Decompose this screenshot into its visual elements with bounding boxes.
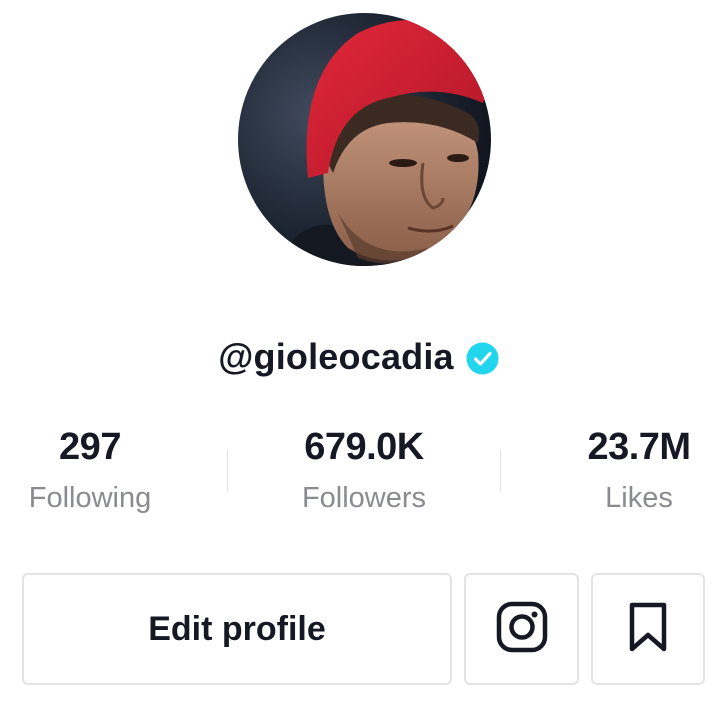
stat-likes: 23.7M Likes xyxy=(529,422,717,524)
avatar[interactable] xyxy=(238,13,491,266)
edit-profile-label: Edit profile xyxy=(148,609,326,648)
profile-header: @gioleocadia 297 Following 679.0K Follow… xyxy=(0,0,717,714)
stat-divider xyxy=(227,450,228,492)
stat-followers[interactable]: 679.0K Followers xyxy=(254,422,474,524)
instagram-icon xyxy=(496,601,548,658)
bookmark-icon xyxy=(628,601,668,658)
stats-row: 297 Following 679.0K Followers 23.7M Lik… xyxy=(0,422,717,532)
handle-row: @gioleocadia xyxy=(0,330,717,384)
edit-profile-button[interactable]: Edit profile xyxy=(22,573,452,685)
verified-badge-icon xyxy=(466,342,499,375)
following-label: Following xyxy=(28,482,152,514)
stat-divider xyxy=(500,450,501,492)
likes-count: 23.7M xyxy=(587,426,691,468)
followers-label: Followers xyxy=(301,482,427,514)
likes-label: Likes xyxy=(605,482,673,514)
username: @gioleocadia xyxy=(218,336,454,377)
stat-following[interactable]: 297 Following xyxy=(0,422,200,524)
favorites-button[interactable] xyxy=(591,573,705,685)
instagram-button[interactable] xyxy=(464,573,579,685)
following-count: 297 xyxy=(59,426,121,468)
followers-count: 679.0K xyxy=(304,426,424,468)
avatar-photo xyxy=(238,13,491,266)
